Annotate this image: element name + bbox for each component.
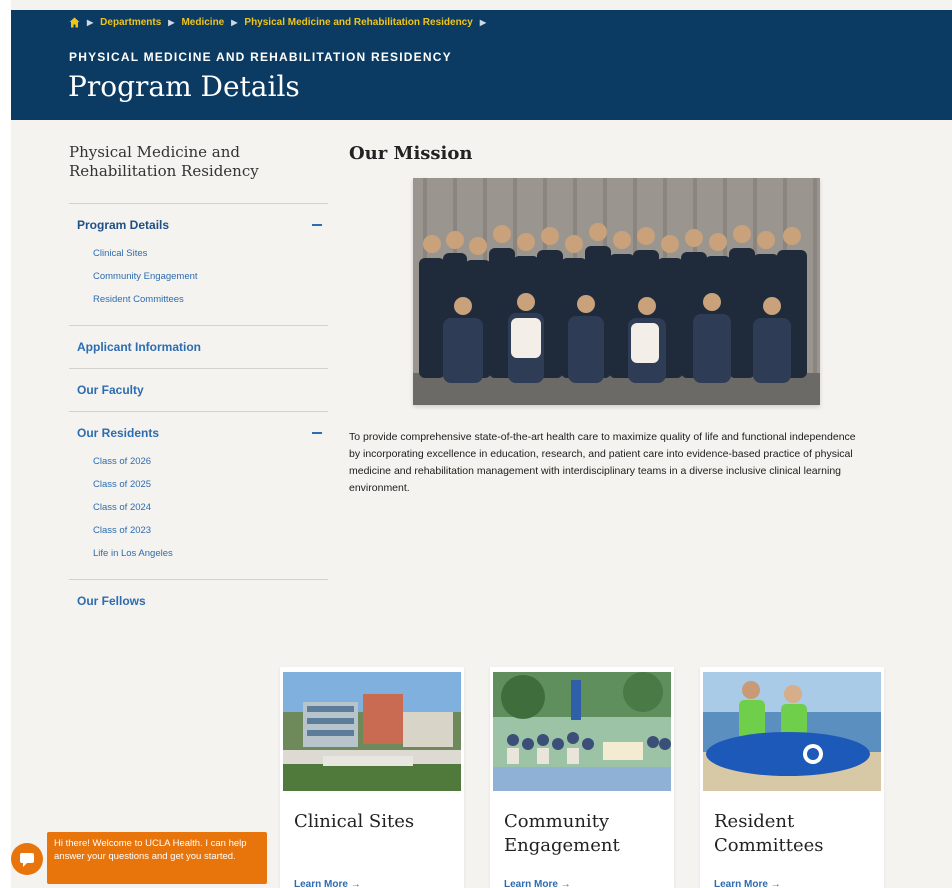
sidebar-group-our-residents: Our Residents Class of 2026 Class of 202… <box>69 411 328 579</box>
learn-more-link[interactable]: Learn More → <box>294 879 361 888</box>
arrow-right-icon: → <box>560 879 571 888</box>
chevron-right-icon: ▶ <box>168 18 175 27</box>
page-title: Program Details <box>68 70 300 103</box>
sidebar-group-our-fellows: Our Fellows <box>69 579 328 622</box>
sidebar-nav: Program Details Clinical Sites Community… <box>69 203 328 622</box>
residents-group-photo <box>413 178 820 405</box>
chevron-right-icon: ▶ <box>87 18 94 27</box>
breadcrumb-link-departments[interactable]: Departments <box>100 17 161 28</box>
sidebar-subnav: Class of 2026 Class of 2025 Class of 202… <box>77 450 320 565</box>
sidebar-item-applicant-information[interactable]: Applicant Information <box>77 340 320 354</box>
breadcrumb-link-residency[interactable]: Physical Medicine and Rehabilitation Res… <box>244 17 472 28</box>
sidebar-item-class-of-2024[interactable]: Class of 2024 <box>93 496 320 519</box>
minus-icon[interactable] <box>312 224 322 226</box>
page-header: ▶ Departments ▶ Medicine ▶ Physical Medi… <box>11 10 952 120</box>
sidebar-group-our-faculty: Our Faculty <box>69 368 328 411</box>
arrow-right-icon: → <box>350 879 361 888</box>
clinical-sites-image <box>283 672 461 791</box>
chat-greeting[interactable]: Hi there! Welcome to UCLA Health. I can … <box>47 832 267 884</box>
arrow-right-icon: → <box>770 879 781 888</box>
sidebar-item-resident-committees[interactable]: Resident Committees <box>93 288 320 311</box>
learn-more-link[interactable]: Learn More → <box>714 879 781 888</box>
page: ▶ Departments ▶ Medicine ▶ Physical Medi… <box>11 0 952 888</box>
minus-icon[interactable] <box>312 432 322 434</box>
section-heading: Our Mission <box>349 143 473 164</box>
chevron-right-icon: ▶ <box>231 18 238 27</box>
sidebar-item-life-in-los-angeles[interactable]: Life in Los Angeles <box>93 542 320 565</box>
resident-committees-image <box>703 672 881 791</box>
sidebar-subnav: Clinical Sites Community Engagement Resi… <box>77 242 320 311</box>
sidebar-item-clinical-sites[interactable]: Clinical Sites <box>93 242 320 265</box>
sidebar-item-class-of-2023[interactable]: Class of 2023 <box>93 519 320 542</box>
card-community-engagement[interactable]: Community Engagement Learn More → <box>490 667 674 888</box>
card-resident-committees[interactable]: Resident Committees Learn More → <box>700 667 884 888</box>
sidebar-group-applicant-information: Applicant Information <box>69 325 328 368</box>
card-title: Community Engagement <box>504 811 620 856</box>
mission-statement: To provide comprehensive state-of-the-ar… <box>349 431 856 494</box>
chat-bubble-icon <box>20 853 34 867</box>
card-clinical-sites[interactable]: Clinical Sites Learn More → <box>280 667 464 888</box>
sidebar-item-program-details[interactable]: Program Details <box>77 218 320 232</box>
sidebar-item-our-residents[interactable]: Our Residents <box>77 426 320 440</box>
breadcrumb-link-medicine[interactable]: Medicine <box>181 17 224 28</box>
sidebar-group-program-details: Program Details Clinical Sites Community… <box>69 203 328 325</box>
sidebar-title: Physical Medicine and Rehabilitation Res… <box>69 143 259 180</box>
card-title: Clinical Sites <box>294 811 415 832</box>
sidebar-item-our-faculty[interactable]: Our Faculty <box>77 383 320 397</box>
card-title: Resident Committees <box>714 811 824 856</box>
page-eyebrow: PHYSICAL MEDICINE AND REHABILITATION RES… <box>69 50 452 64</box>
learn-more-link[interactable]: Learn More → <box>504 879 571 888</box>
sidebar-item-class-of-2025[interactable]: Class of 2025 <box>93 473 320 496</box>
sidebar-item-community-engagement[interactable]: Community Engagement <box>93 265 320 288</box>
breadcrumb: ▶ Departments ▶ Medicine ▶ Physical Medi… <box>69 17 493 28</box>
home-icon[interactable] <box>69 17 80 28</box>
sidebar-item-our-fellows[interactable]: Our Fellows <box>77 594 320 608</box>
chat-launcher-button[interactable] <box>11 843 43 875</box>
sidebar-item-class-of-2026[interactable]: Class of 2026 <box>93 450 320 473</box>
chevron-right-icon: ▶ <box>479 18 486 27</box>
community-engagement-image <box>493 672 671 791</box>
